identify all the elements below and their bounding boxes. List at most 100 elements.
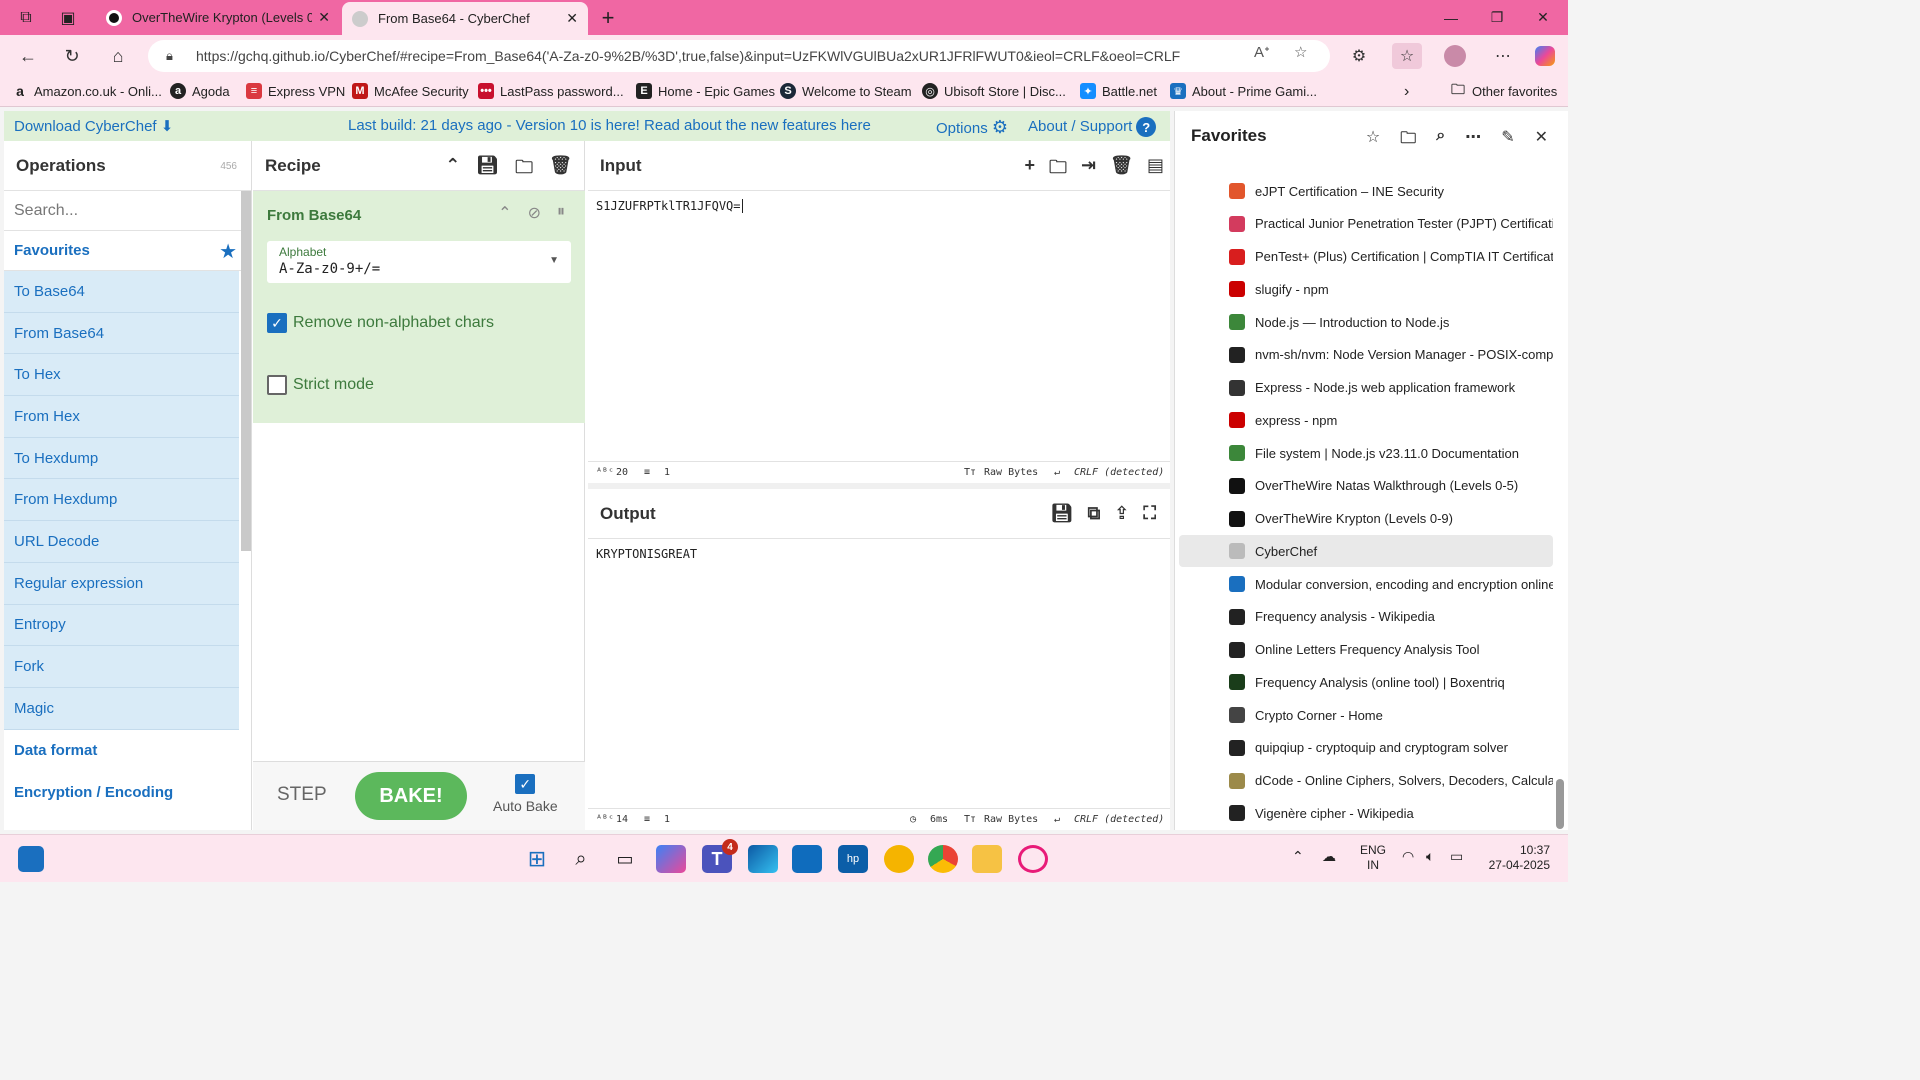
opera-icon[interactable] [1018, 845, 1048, 873]
weather-icon[interactable] [884, 845, 914, 873]
op-magic[interactable]: Magic [4, 687, 239, 730]
chevron-right-icon[interactable]: › [1404, 83, 1409, 101]
favorite-item[interactable]: Express - Node.js web application framew… [1179, 372, 1553, 404]
bookmark-epic[interactable]: E Home - Epic Games [636, 83, 775, 99]
file-explorer-icon[interactable] [972, 845, 1002, 873]
op-url-decode[interactable]: URL Decode [4, 521, 239, 563]
favorite-item[interactable]: OverTheWire Natas Walkthrough (Levels 0-… [1179, 470, 1553, 502]
trash-icon[interactable]: 🗑︎ [549, 155, 572, 185]
op-from-hex[interactable]: From Hex [4, 396, 239, 438]
favorite-item[interactable]: Frequency analysis - Wikipedia [1179, 601, 1553, 633]
teams-icon[interactable]: T4 [702, 839, 738, 873]
favorites-icon[interactable]: ☆ [1392, 43, 1422, 69]
build-message-link[interactable]: Last build: 21 days ago - Version 10 is … [348, 117, 871, 134]
battery-icon[interactable]: ▭ [1450, 849, 1463, 864]
minimize-icon[interactable]: — [1428, 0, 1474, 35]
bookmark-ubisoft[interactable]: ◎ Ubisoft Store | Disc... [922, 83, 1066, 99]
options-button[interactable]: Options ⚙ [936, 117, 1008, 138]
bookmark-prime[interactable]: ♛ About - Prime Gami... [1170, 83, 1317, 99]
favourites-category[interactable]: Favourites ★ [4, 231, 251, 271]
lock-icon[interactable]: 🔒︎ [166, 48, 173, 64]
favorite-item[interactable]: eJPT Certification – INE Security [1179, 175, 1553, 207]
layout-icon[interactable]: ▤ [1147, 155, 1164, 185]
category-data-format[interactable]: Data format [4, 730, 251, 772]
more-icon[interactable]: ⋯ [1465, 127, 1481, 154]
chrome-icon[interactable] [928, 845, 958, 873]
strict-mode-checkbox[interactable]: Strict mode [267, 375, 374, 395]
disable-icon[interactable]: ⊘ [528, 203, 541, 223]
wifi-icon[interactable]: ◠ [1402, 849, 1414, 864]
output-encoding[interactable]: Raw Bytes [984, 814, 1038, 825]
bookmark-expressvpn[interactable]: ≡ Express VPN [246, 83, 345, 99]
favorite-item[interactable]: Modular conversion, encoding and encrypt… [1179, 568, 1553, 600]
support-button[interactable]: About / Support? [1028, 117, 1157, 137]
copilot-icon[interactable] [1530, 43, 1560, 69]
start-icon[interactable]: ⊞ [522, 845, 552, 873]
folder-icon[interactable]: 🗀 [515, 155, 533, 185]
save-icon[interactable]: 💾︎ [476, 155, 499, 185]
favorite-item[interactable]: Crypto Corner - Home [1179, 699, 1553, 731]
favorite-item[interactable]: Online Letters Frequency Analysis Tool [1179, 634, 1553, 666]
favorites-scrollbar[interactable] [1556, 779, 1564, 829]
output-eol[interactable]: CRLF (detected) [1074, 814, 1164, 825]
add-tab-icon[interactable]: + [1025, 155, 1036, 185]
close-icon[interactable]: ✕ [318, 9, 330, 26]
input-textarea[interactable]: S1JZUFRPTklTR1JFQVQ= [588, 191, 1170, 221]
close-icon[interactable]: ✕ [1535, 127, 1548, 154]
favorite-item[interactable]: CyberChef [1179, 535, 1553, 568]
favorite-item[interactable]: quipqiup - cryptoquip and cryptogram sol… [1179, 732, 1553, 764]
add-folder-icon[interactable]: 🗀 [1400, 127, 1416, 154]
remove-nonalphabet-checkbox[interactable]: ✓ Remove non-alphabet chars [267, 313, 494, 333]
chevron-up-icon[interactable]: ⌃ [498, 203, 511, 223]
extensions-icon[interactable]: ⚙ [1344, 43, 1374, 69]
op-to-base64[interactable]: To Base64 [4, 271, 239, 313]
profile-avatar[interactable] [1440, 43, 1470, 69]
op-to-hex[interactable]: To Hex [4, 354, 239, 397]
input-eol[interactable]: CRLF (detected) [1074, 467, 1164, 478]
font-icon[interactable]: Tт [964, 814, 976, 825]
hp-icon[interactable]: hp [838, 845, 868, 873]
replace-input-icon[interactable]: ⇪ [1114, 503, 1129, 524]
output-textarea[interactable]: KRYPTONISGREAT [588, 539, 1170, 569]
op-fork[interactable]: Fork [4, 646, 239, 688]
favorite-item[interactable]: Practical Junior Penetration Tester (PJP… [1179, 208, 1553, 240]
operations-search-input[interactable]: Search... [4, 191, 251, 231]
autobake-checkbox[interactable]: ✓ Auto Bake [493, 774, 558, 814]
operations-scrollbar[interactable] [241, 191, 251, 551]
bookmark-amazon[interactable]: a Amazon.co.uk - Onli... [12, 83, 162, 99]
favorite-item[interactable]: PenTest+ (Plus) Certification | CompTIA … [1179, 241, 1553, 273]
language-indicator[interactable]: ENG IN [1360, 843, 1386, 873]
back-icon[interactable]: ← [14, 43, 42, 69]
bookmark-other-favorites[interactable]: 🗀 Other favorites [1450, 81, 1557, 99]
favorite-item[interactable]: File system | Node.js v23.11.0 Documenta… [1179, 437, 1553, 469]
read-aloud-icon[interactable]: Aᐩ [1254, 43, 1270, 61]
favorite-item[interactable]: dCode - Online Ciphers, Solvers, Decoder… [1179, 765, 1553, 797]
chevron-up-icon[interactable]: ⌃ [1292, 849, 1304, 864]
task-view-icon[interactable]: ▭ [610, 845, 640, 873]
store-icon[interactable] [792, 845, 822, 873]
address-input[interactable]: 🔒︎ https://gchq.github.io/CyberChef/#rec… [148, 40, 1330, 72]
input-encoding[interactable]: Raw Bytes [984, 467, 1038, 478]
save-icon[interactable]: 💾︎ [1051, 503, 1074, 524]
widgets-icon[interactable] [18, 846, 44, 872]
new-tab-icon[interactable]: + [594, 5, 622, 30]
trash-icon[interactable]: 🗑︎ [1110, 155, 1133, 185]
alphabet-select[interactable]: Alphabet A-Za-z0-9+/= ▼ [267, 241, 571, 283]
bake-button[interactable]: BAKE! [355, 772, 467, 820]
favorite-item[interactable]: express - npm [1179, 404, 1553, 436]
copilot-icon[interactable] [656, 845, 686, 873]
edge-icon[interactable] [748, 845, 778, 873]
step-button[interactable]: STEP [277, 784, 327, 806]
pause-icon[interactable]: ⏸︎ [557, 203, 565, 223]
open-file-icon[interactable]: ⇥ [1081, 155, 1096, 185]
bookmark-lastpass[interactable]: ••• LastPass password... [478, 83, 624, 99]
op-regular-expression[interactable]: Regular expression [4, 562, 239, 605]
restore-icon[interactable]: ❐ [1474, 0, 1520, 35]
tab-cyberchef[interactable]: From Base64 - CyberChef ✕ [342, 2, 588, 35]
bookmark-agoda[interactable]: a Agoda [170, 83, 230, 99]
close-icon[interactable]: ✕ [566, 10, 578, 27]
font-icon[interactable]: Tт [964, 467, 976, 478]
add-favorite-icon[interactable]: ☆ [1366, 127, 1380, 154]
favorite-item[interactable]: Frequency Analysis (online tool) | Boxen… [1179, 666, 1553, 698]
home-icon[interactable]: ⌂ [104, 43, 132, 69]
